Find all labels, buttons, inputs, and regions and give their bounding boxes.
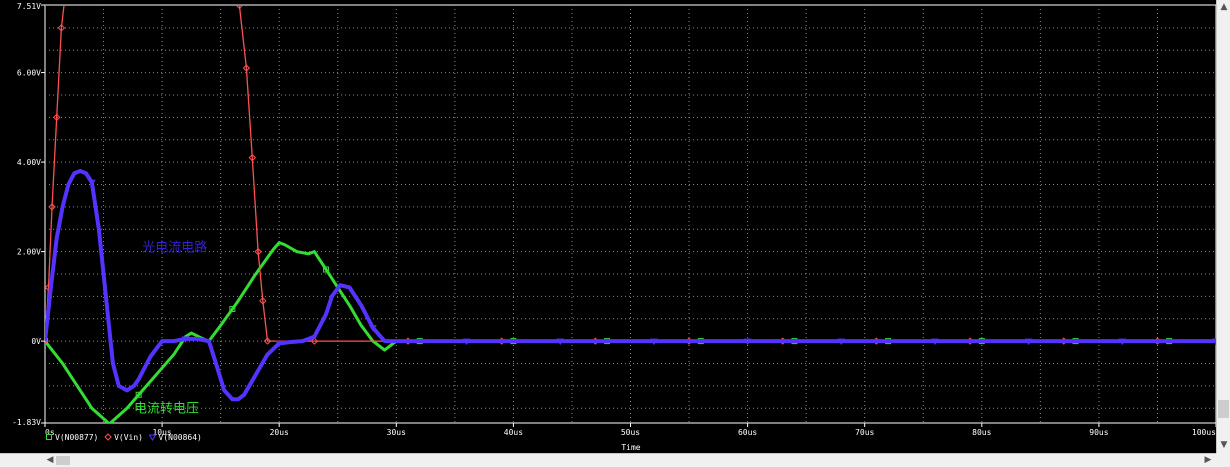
scroll-right-arrow-icon[interactable]: ▶ — [1202, 455, 1214, 466]
legend-label: V(Vin) — [114, 433, 143, 442]
x-tick-label: 90us — [1089, 428, 1108, 437]
waveform-plot: 0s 10us 20us 30us 40us 50us 60us 70us 80us 90us 10… — [0, 0, 1216, 453]
x-axis-label: Time — [621, 443, 640, 452]
x-tick-label: 20us — [270, 428, 289, 437]
scroll-down-arrow-icon[interactable]: ▼ — [1219, 440, 1229, 450]
vertical-scrollbar[interactable]: ▲ ▼ — [1216, 0, 1230, 453]
scroll-up-arrow-icon[interactable]: ▲ — [1219, 2, 1229, 12]
legend-label: V(N00877) — [55, 433, 98, 442]
scroll-left-arrow-icon[interactable]: ◀ — [44, 455, 56, 466]
x-tick-label: 30us — [387, 428, 406, 437]
x-tick-label: 50us — [621, 428, 640, 437]
horizontal-scrollbar[interactable]: ◀ ▶ — [0, 453, 1216, 467]
y-tick-label: -1.83V — [12, 418, 41, 427]
horizontal-scroll-thumb[interactable] — [56, 456, 70, 465]
probe-window: 0s 10us 20us 30us 40us 50us 60us 70us 80us 90us 10… — [0, 0, 1230, 467]
y-tick-label: 7.51V — [17, 2, 41, 11]
x-tick-label: 80us — [972, 428, 991, 437]
y-tick-label: 2.00V — [17, 248, 41, 257]
x-tick-label: 60us — [738, 428, 757, 437]
plot-canvas — [0, 0, 1216, 453]
y-tick-label: 0V — [31, 337, 41, 346]
x-tick-label: 40us — [504, 428, 523, 437]
scrollbar-corner — [1216, 453, 1230, 466]
y-tick-label: 4.00V — [17, 158, 41, 167]
y-tick-label: 6.00V — [17, 69, 41, 78]
x-tick-label: 100us — [1192, 428, 1216, 437]
legend: V(N00877) V(Vin) V(N00864) — [46, 433, 202, 442]
annotation-label: 光电流电路 — [142, 240, 207, 256]
legend-label: V(N00864) — [159, 433, 202, 442]
vertical-scroll-thumb[interactable] — [1218, 400, 1229, 418]
annotation-label: 电流转电压 — [134, 402, 199, 417]
x-tick-label: 70us — [855, 428, 874, 437]
